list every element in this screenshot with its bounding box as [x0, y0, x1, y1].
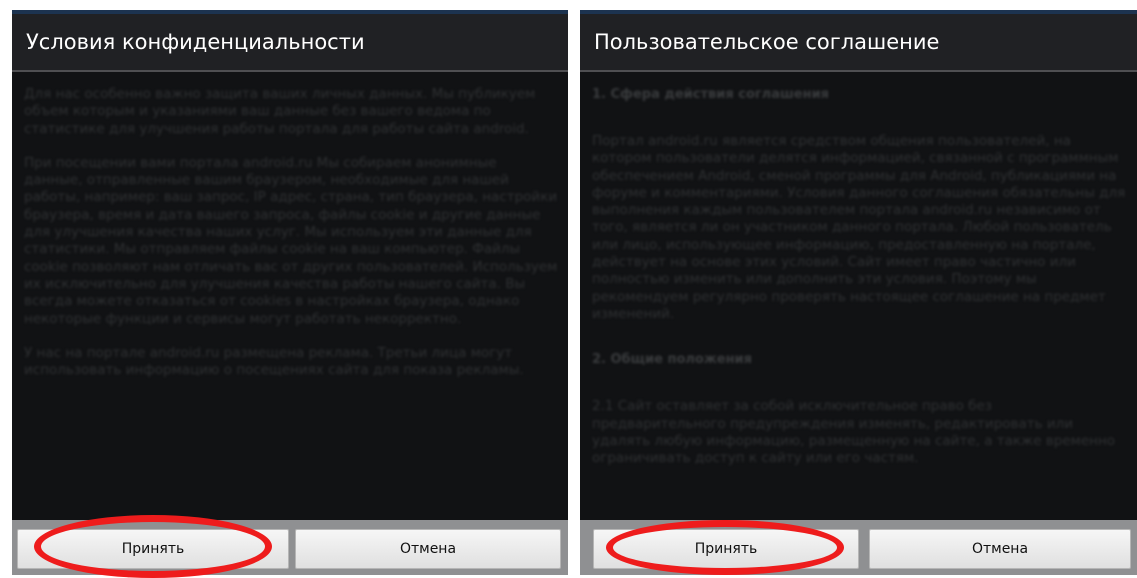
section-heading: 1. Сфера действия соглашения [592, 87, 830, 102]
dialog-title: Пользовательское соглашение [580, 14, 1137, 70]
user-agreement-dialog: Пользовательское соглашение 1. Сфера дей… [580, 10, 1137, 575]
dialog-scroll-body[interactable]: 1. Сфера действия соглашения Портал andr… [580, 72, 1137, 520]
accept-button[interactable]: Принять [17, 529, 289, 569]
dialog-title: Условия конфиденциальности [12, 14, 568, 70]
paragraph: У нас на портале android.ru размещена ре… [24, 344, 524, 379]
scroll-fade [580, 480, 1137, 520]
cancel-button[interactable]: Отмена [869, 529, 1131, 569]
accept-button[interactable]: Принять [593, 529, 859, 569]
cancel-button[interactable]: Отмена [295, 529, 561, 569]
button-bar: Принять Отмена [580, 520, 1137, 575]
paragraph: 2.1 Сайт оставляет за собой исключительн… [592, 398, 1116, 467]
button-bar: Принять Отмена [12, 520, 568, 575]
scroll-fade [12, 480, 568, 520]
dialog-scroll-body[interactable]: Для нас особенно важно защита ваших личн… [12, 72, 568, 520]
paragraph: При посещении вами портала android.ru Мы… [24, 154, 558, 327]
section-heading: 2. Общие положения [592, 352, 753, 368]
privacy-dialog: Условия конфиденциальности Для нас особе… [12, 10, 568, 575]
paragraph: Для нас особенно важно защита ваших личн… [24, 86, 536, 137]
paragraph: Портал android.ru является средством общ… [592, 133, 1126, 322]
